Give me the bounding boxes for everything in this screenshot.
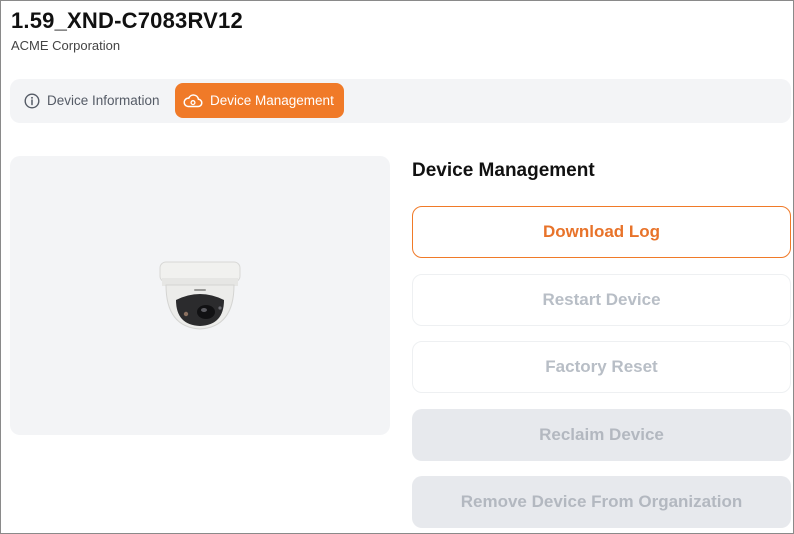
remove-device-button[interactable]: Remove Device From Organization xyxy=(412,476,791,528)
device-detail-page: 1.59_XND-C7083RV12 ACME Corporation Devi… xyxy=(0,0,794,534)
download-log-button[interactable]: Download Log xyxy=(412,206,791,258)
tab-device-management[interactable]: Device Management xyxy=(175,83,344,118)
tab-bar: Device Information Device Management xyxy=(10,79,791,123)
restart-device-button[interactable]: Restart Device xyxy=(412,274,791,326)
tab-device-information[interactable]: Device Information xyxy=(12,83,169,118)
tab-label: Device Information xyxy=(47,93,160,108)
reclaim-device-button[interactable]: Reclaim Device xyxy=(412,409,791,461)
organization-name: ACME Corporation xyxy=(11,38,121,53)
info-circle-icon xyxy=(24,92,40,109)
dome-camera-image xyxy=(159,261,241,330)
factory-reset-button[interactable]: Factory Reset xyxy=(412,341,791,393)
device-image-panel xyxy=(10,156,390,435)
page-title: 1.59_XND-C7083RV12 xyxy=(11,8,243,33)
section-title: Device Management xyxy=(412,160,595,181)
cloud-settings-icon xyxy=(183,93,203,109)
tab-label: Device Management xyxy=(210,93,334,108)
